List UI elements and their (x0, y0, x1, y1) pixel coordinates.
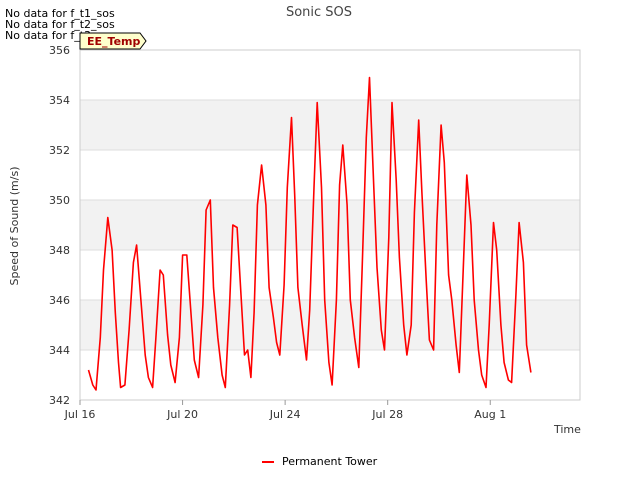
x-tick-label: Aug 1 (474, 408, 506, 421)
x-tick-label: Jul 20 (166, 408, 198, 421)
y-tick-label: 348 (49, 244, 70, 257)
y-tick-label: 344 (49, 344, 70, 357)
ee-temp-tag: EE_Temp (79, 32, 147, 50)
x-tick-label: Jul 24 (269, 408, 301, 421)
chart-title: Sonic SOS (286, 5, 352, 20)
y-axis-ticks: 342 344 346 348 350 352 354 356 (49, 44, 70, 407)
x-tick-label: Jul 16 (64, 408, 96, 421)
y-tick-label: 350 (49, 194, 70, 207)
legend: Permanent Tower (262, 455, 378, 468)
y-tick-label: 356 (49, 44, 70, 57)
plot-band (80, 100, 580, 150)
y-tick-label: 352 (49, 144, 70, 157)
y-tick-label: 346 (49, 294, 70, 307)
x-axis-title: Time (553, 423, 581, 436)
x-tick-label: Jul 28 (371, 408, 403, 421)
y-tick-label: 354 (49, 94, 70, 107)
plot-bands (80, 100, 580, 350)
y-tick-label: 342 (49, 394, 70, 407)
plot-band (80, 200, 580, 250)
x-axis-ticks: Jul 16 Jul 20 Jul 24 Jul 28 Aug 1 (64, 400, 506, 421)
tag-label: EE_Temp (87, 35, 140, 48)
y-axis-title: Speed of Sound (m/s) (8, 167, 21, 286)
sonic-sos-chart: 342344346348350352354356 Jul 16 Jul 20 Jul… (8, 5, 581, 468)
legend-label-permanent-tower: Permanent Tower (282, 455, 378, 468)
